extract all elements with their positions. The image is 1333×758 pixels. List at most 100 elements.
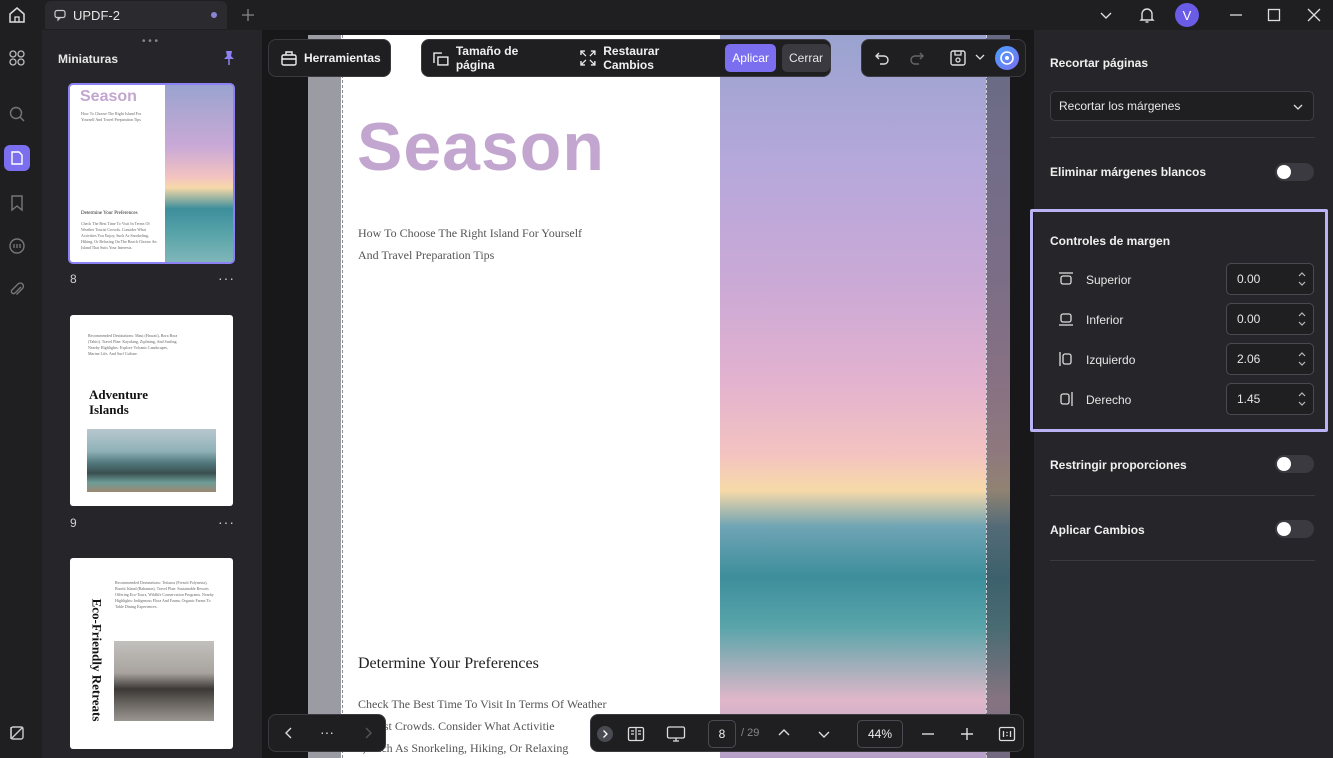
top-margin-input[interactable]: 0.00	[1226, 263, 1314, 295]
top-margin-label: Superior	[1086, 273, 1132, 287]
left-margin-icon	[1058, 351, 1074, 367]
stepper-icon[interactable]	[1297, 309, 1307, 329]
grid-view-icon[interactable]	[4, 45, 30, 71]
thumbnail-page-9[interactable]: Recommended Destinations: Maui (Hawaii),…	[70, 315, 233, 506]
remove-white-margins-toggle[interactable]	[1275, 163, 1314, 181]
thumbnails-icon[interactable]	[4, 145, 30, 171]
bookmark-icon[interactable]	[4, 190, 30, 216]
bottom-margin-input[interactable]: 0.00	[1226, 303, 1314, 335]
body-text-line1: Check The Best Time To Visit In Terms Of…	[358, 697, 607, 711]
right-margin-label: Derecho	[1086, 393, 1132, 407]
maximize-icon[interactable]	[1263, 4, 1285, 26]
presentation-icon[interactable]	[666, 725, 686, 743]
crop-toolbar: Tamaño de página Restaurar Cambios Aplic…	[421, 39, 831, 77]
thumb-number: 8	[70, 272, 77, 286]
previous-arrow-icon[interactable]	[282, 726, 296, 740]
pin-icon[interactable]	[222, 50, 236, 66]
right-margin-value: 1.45	[1237, 392, 1261, 406]
ai-assistant-icon[interactable]	[4, 720, 30, 746]
close-button[interactable]: Cerrar	[781, 44, 830, 72]
page-nav-bar: 8 / 29 44%	[590, 714, 1024, 752]
thumb-title: Eco-Friendly Retreats	[89, 598, 104, 722]
right-margin-input[interactable]: 1.45	[1226, 383, 1314, 415]
crop-mode-select[interactable]: Recortar los márgenes	[1050, 91, 1314, 121]
margin-controls-title: Controles de margen	[1050, 234, 1171, 248]
page-subtitle-line1: How To Choose The Right Island For Yours…	[358, 226, 583, 240]
remove-white-margins-label: Eliminar márgenes blancos	[1050, 165, 1207, 179]
thumbnail-page-10[interactable]: Eco-Friendly Retreats Recommended Destin…	[70, 558, 233, 749]
section-heading: Determine Your Preferences	[358, 655, 539, 672]
chevron-down-icon[interactable]	[1095, 4, 1117, 26]
zoom-in-icon[interactable]	[960, 727, 974, 741]
thumbnail-nav-bar: ···	[268, 714, 386, 752]
thumbnails-panel: • • • Miniaturas Season How To Choose Th…	[42, 30, 262, 758]
page-title: Season	[357, 109, 605, 185]
restrict-proportions-label: Restringir proporciones	[1050, 458, 1187, 472]
undo-icon[interactable]	[874, 50, 890, 66]
page-subtitle-line2: And Travel Preparation Tips	[358, 248, 495, 262]
body-text-line2: Tourist Crowds. Consider What Activitie	[358, 719, 555, 733]
more-options-button[interactable]: ···	[320, 724, 334, 740]
zoom-out-icon[interactable]	[921, 727, 935, 741]
page-down-icon[interactable]	[817, 727, 831, 741]
thumb-more-button[interactable]: ···	[218, 270, 235, 286]
restrict-proportions-toggle[interactable]	[1275, 455, 1314, 473]
thumb-number: 9	[70, 516, 77, 530]
save-icon[interactable]	[949, 49, 967, 67]
restore-icon	[580, 50, 596, 66]
zoom-level-input[interactable]: 44%	[857, 720, 903, 748]
page-size-button[interactable]: Tamaño de página	[432, 44, 559, 72]
crop-mode-value: Recortar los márgenes	[1059, 99, 1181, 113]
restore-changes-button[interactable]: Restaurar Cambios	[579, 44, 712, 72]
user-avatar[interactable]: V	[1175, 3, 1199, 27]
redo-icon[interactable]	[909, 50, 925, 66]
left-margin-label: Izquierdo	[1086, 353, 1136, 367]
collapse-toggle-icon[interactable]	[597, 726, 613, 742]
thumb-more-button[interactable]: ···	[218, 514, 235, 530]
page-size-icon	[433, 52, 449, 66]
page-size-label: Tamaño de página	[455, 44, 519, 72]
save-options-chevron-icon[interactable]	[975, 52, 985, 62]
page-up-icon[interactable]	[777, 726, 791, 740]
current-page-input[interactable]: 8	[708, 720, 736, 748]
apply-button[interactable]: Aplicar	[725, 44, 776, 72]
toolbox-icon	[281, 51, 297, 66]
comment-icon	[54, 9, 66, 22]
panel-drag-handle[interactable]: • • •	[142, 36, 158, 47]
left-margin-value: 2.06	[1237, 352, 1261, 366]
thumbnail-page-8[interactable]: Season How To Choose The Right Island Fo…	[68, 83, 235, 264]
history-toolbar	[861, 39, 1026, 77]
crop-pages-title: Recortar páginas	[1050, 56, 1149, 70]
apply-changes-label: Aplicar Cambios	[1050, 523, 1145, 537]
search-icon[interactable]	[4, 101, 30, 127]
document-tab[interactable]: UPDF-2	[45, 1, 227, 29]
top-margin-icon	[1058, 271, 1074, 287]
next-arrow-icon[interactable]	[361, 726, 375, 740]
stepper-icon[interactable]	[1297, 269, 1307, 289]
actual-size-icon[interactable]	[998, 725, 1016, 743]
left-rail	[0, 30, 34, 758]
right-margin-icon	[1058, 391, 1074, 407]
new-tab-icon[interactable]	[237, 4, 259, 26]
stepper-icon[interactable]	[1297, 349, 1307, 369]
stepper-icon[interactable]	[1297, 389, 1307, 409]
notification-bell-icon[interactable]	[1136, 4, 1158, 26]
minimize-icon[interactable]	[1225, 4, 1247, 26]
attachment-icon[interactable]	[4, 277, 30, 303]
bottom-margin-icon	[1058, 311, 1074, 327]
apply-changes-toggle[interactable]	[1275, 520, 1314, 538]
thumb-subheading: Determine Your Preferences	[81, 211, 138, 216]
thumbnails-title: Miniaturas	[58, 52, 119, 66]
crop-settings-panel: Recortar páginas Recortar los márgenes E…	[1030, 30, 1333, 758]
comments-icon[interactable]	[4, 233, 30, 259]
reading-mode-icon[interactable]	[627, 725, 645, 743]
close-window-icon[interactable]	[1303, 4, 1325, 26]
home-icon[interactable]	[6, 4, 28, 26]
tools-button[interactable]: Herramientas	[268, 39, 391, 77]
left-margin-input[interactable]: 2.06	[1226, 343, 1314, 375]
body-text-line3: s, Such As Snorkeling, Hiking, Or Relaxi…	[358, 741, 569, 755]
updf-ai-icon[interactable]	[995, 46, 1019, 70]
tools-label: Herramientas	[304, 51, 381, 65]
restore-label: Restaurar Cambios	[603, 44, 660, 72]
tab-title: UPDF-2	[73, 7, 120, 23]
